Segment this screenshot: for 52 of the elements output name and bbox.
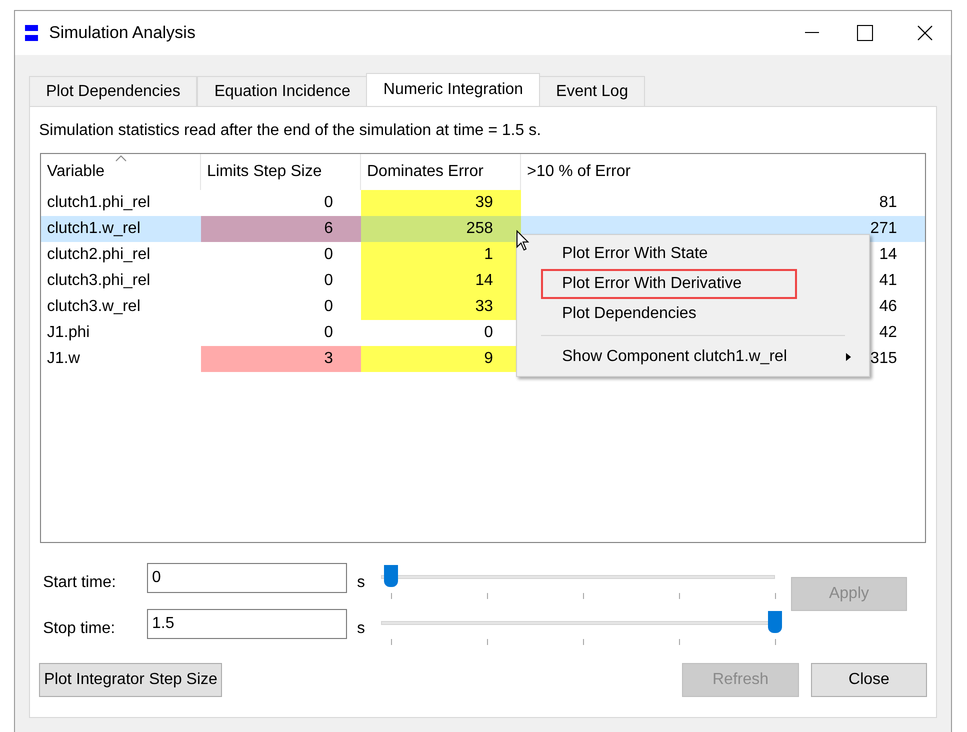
table-cell[interactable]: J1.phi — [41, 320, 201, 346]
unit-label: s — [357, 619, 366, 639]
info-text: Simulation statistics read after the end of the simulation at time = 1.5 s. — [39, 121, 542, 141]
table-cell-text: 14 — [879, 245, 897, 265]
slider-thumb[interactable] — [768, 611, 782, 633]
table-cell-text: 0 — [483, 323, 494, 343]
push-button[interactable]: Plot Integrator Step Size — [39, 663, 222, 697]
field-label: Start time: — [43, 573, 117, 593]
tab[interactable]: Event Log — [539, 76, 646, 106]
tab[interactable]: Plot Dependencies — [29, 76, 198, 106]
column-header[interactable]: Limits Step Size — [201, 154, 361, 190]
table-cell[interactable]: clutch3.w_rel — [41, 294, 201, 320]
slider-thumb[interactable] — [384, 565, 398, 587]
menu-item[interactable]: Plot Error With Derivative — [541, 269, 797, 299]
app-icon — [25, 23, 39, 43]
maximize-icon[interactable] — [857, 25, 873, 41]
mouse-cursor-icon — [516, 230, 530, 252]
table-cell: 258 — [361, 216, 521, 242]
submenu-arrow-icon — [846, 353, 851, 361]
field-label: Stop time: — [43, 619, 116, 639]
minimize-icon[interactable] — [805, 32, 819, 34]
unit-label: s — [357, 573, 366, 593]
table-cell-text: 41 — [879, 271, 897, 291]
table-cell-text: 0 — [323, 297, 334, 317]
tab[interactable]: Numeric Integration — [366, 73, 540, 106]
table-cell-text: 81 — [879, 193, 897, 213]
table-cell: 3 — [201, 346, 361, 372]
column-header[interactable]: Variable — [41, 154, 201, 190]
time-input-field[interactable]: 0 — [147, 563, 347, 593]
time-input-field[interactable]: 1.5 — [147, 609, 347, 639]
table-cell: 6 — [201, 216, 361, 242]
table-cell-text: 46 — [879, 297, 897, 317]
table-cell-text: 0 — [323, 271, 334, 291]
table-cell[interactable]: clutch3.phi_rel — [41, 268, 201, 294]
table-cell: 39 — [361, 190, 521, 216]
table-cell-text: 0 — [323, 245, 334, 265]
column-header[interactable]: >10 % of Error — [521, 154, 925, 190]
push-button[interactable]: Close — [811, 663, 927, 697]
close-icon[interactable] — [917, 25, 933, 41]
table-cell-text: 315 — [870, 349, 897, 369]
table-cell-text: 42 — [879, 323, 897, 343]
table-cell[interactable]: clutch1.phi_rel — [41, 190, 201, 216]
menu-item[interactable]: Plot Error With State — [541, 239, 797, 269]
table-cell-text: 0 — [323, 193, 334, 213]
table-cell-text: 0 — [323, 323, 334, 343]
menu-item[interactable]: Plot Dependencies — [541, 299, 797, 329]
table-cell-text: 271 — [870, 219, 897, 239]
menu-item[interactable]: Show Component clutch1.w_rel — [541, 342, 869, 372]
table-cell[interactable]: J1.w — [41, 346, 201, 372]
table-cell[interactable]: clutch2.phi_rel — [41, 242, 201, 268]
tab[interactable]: Equation Incidence — [197, 76, 368, 106]
window-title: Simulation Analysis — [49, 22, 196, 44]
